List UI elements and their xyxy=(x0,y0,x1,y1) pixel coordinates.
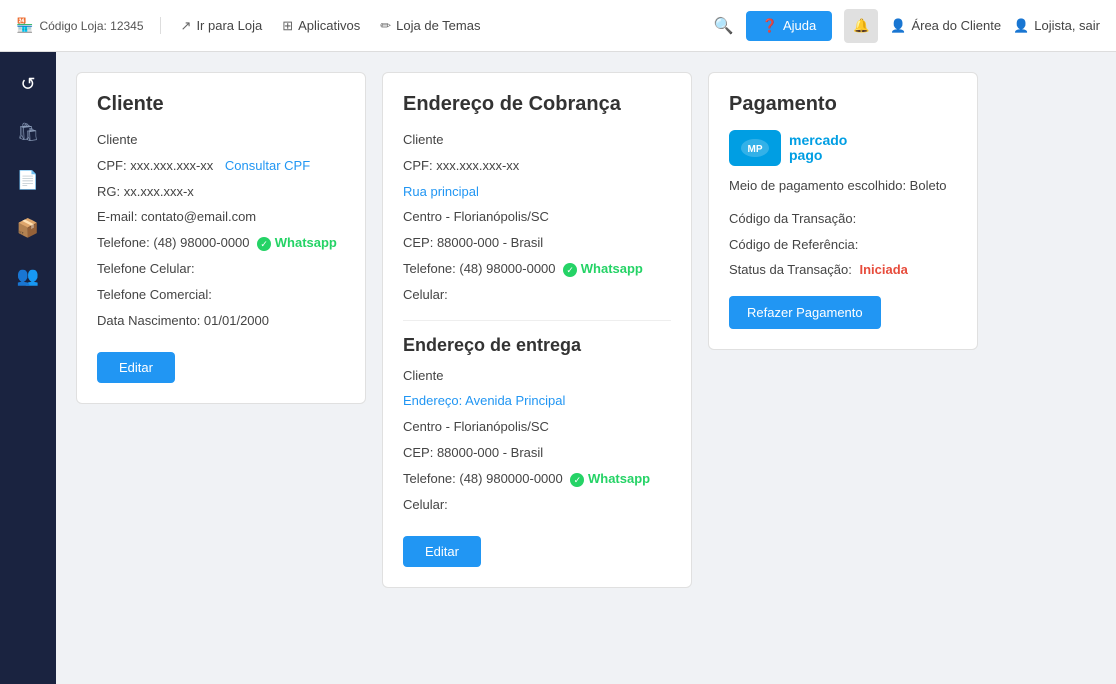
entrega-cep-row: CEP: 88000-000 - Brasil xyxy=(403,443,671,464)
bag-icon: 🛍 xyxy=(17,122,40,143)
pencil-icon: ✏ xyxy=(380,18,391,34)
whatsapp-icon-1: ✓ xyxy=(257,235,275,250)
meio-pagamento-row: Meio de pagamento escolhido: Boleto xyxy=(729,176,957,197)
refazer-pagamento-button[interactable]: Refazer Pagamento xyxy=(729,296,881,329)
entrega-celular-row: Celular: xyxy=(403,495,671,516)
topnav-links: ↗ Ir para Loja ⊞ Aplicativos ✏ Loja de T… xyxy=(181,18,694,34)
divider xyxy=(403,320,671,321)
cliente-celular-row: Telefone Celular: xyxy=(97,259,345,280)
sidebar-item-orders[interactable]: 🛍 xyxy=(8,112,48,152)
brand-label: Código Loja: 12345 xyxy=(39,19,143,33)
card-endereco: Endereço de Cobrança Cliente CPF: xxx.xx… xyxy=(382,72,692,588)
status-transacao-row: Status da Transação: Iniciada xyxy=(729,260,957,281)
codigo-referencia-row: Código de Referência: xyxy=(729,235,957,256)
whatsapp-link-1[interactable]: Whatsapp xyxy=(275,233,337,254)
mp-logo-icon: MP xyxy=(729,130,781,166)
cliente-comercial-row: Telefone Comercial: xyxy=(97,285,345,306)
card-pagamento: Pagamento MP mercado pago Meio de pagame… xyxy=(708,72,978,350)
consultar-cpf-link[interactable]: Consultar CPF xyxy=(225,158,310,173)
sidebar-item-customers[interactable]: 👥 xyxy=(8,256,48,296)
notification-button[interactable]: 🔔 xyxy=(844,9,878,43)
user-icon: 👤 xyxy=(1013,18,1029,34)
whatsapp-icon-3: ✓ xyxy=(570,471,588,486)
whatsapp-link-3[interactable]: Whatsapp xyxy=(588,469,650,490)
mp-text-line2: pago xyxy=(789,148,847,163)
grid-icon: ⊞ xyxy=(282,18,293,34)
cobranca-rua-row: Rua principal xyxy=(403,182,671,203)
search-icon[interactable]: 🔍 xyxy=(714,16,734,36)
user-menu[interactable]: 👤 Lojista, sair xyxy=(1013,18,1100,34)
entrega-bairro-row: Centro - Florianópolis/SC xyxy=(403,417,671,438)
card-pagamento-title: Pagamento xyxy=(729,93,957,116)
cliente-cpf-row: CPF: xxx.xxx.xxx-xx Consultar CPF xyxy=(97,156,345,177)
box-icon: 📦 xyxy=(17,218,39,239)
sidebar: ↺ 🛍 📄 📦 👥 xyxy=(0,52,56,684)
nav-link-apps[interactable]: ⊞ Aplicativos xyxy=(282,18,360,34)
external-link-icon: ↗ xyxy=(181,18,192,34)
codigo-transacao-row: Código da Transação: xyxy=(729,209,957,230)
sidebar-item-documents[interactable]: 📄 xyxy=(8,160,48,200)
topnav: 🏪 Código Loja: 12345 ↗ Ir para Loja ⊞ Ap… xyxy=(0,0,1116,52)
bell-icon: 🔔 xyxy=(853,18,870,34)
cliente-rg-row: RG: xx.xxx.xxx-x xyxy=(97,182,345,203)
cobranca-cep-row: CEP: 88000-000 - Brasil xyxy=(403,233,671,254)
card-entrega-title: Endereço de entrega xyxy=(403,335,671,356)
editar-cliente-button[interactable]: Editar xyxy=(97,352,175,383)
mercado-pago-logo: MP mercado pago xyxy=(729,130,957,166)
main-content: Cliente Cliente CPF: xxx.xxx.xxx-xx Cons… xyxy=(56,52,1116,684)
cobranca-bairro-row: Centro - Florianópolis/SC xyxy=(403,207,671,228)
person-icon: 👤 xyxy=(890,18,906,34)
refresh-icon: ↺ xyxy=(20,74,35,95)
nav-link-store[interactable]: ↗ Ir para Loja xyxy=(181,18,263,34)
store-icon: 🏪 xyxy=(16,17,33,34)
card-cobranca-title: Endereço de Cobrança xyxy=(403,93,671,116)
sidebar-item-refresh[interactable]: ↺ xyxy=(8,64,48,104)
question-icon: ❓ xyxy=(762,18,778,34)
ajuda-button[interactable]: ❓ Ajuda xyxy=(746,11,832,41)
card-cliente: Cliente Cliente CPF: xxx.xxx.xxx-xx Cons… xyxy=(76,72,366,404)
status-value: Iniciada xyxy=(859,262,907,277)
cards-row: Cliente Cliente CPF: xxx.xxx.xxx-xx Cons… xyxy=(76,72,1096,588)
cliente-nascimento-row: Data Nascimento: 01/01/2000 xyxy=(97,311,345,332)
cobranca-cliente-row: Cliente xyxy=(403,130,671,151)
cobranca-cpf-row: CPF: xxx.xxx.xxx-xx xyxy=(403,156,671,177)
cobranca-telefone-row: Telefone: (48) 98000-0000 ✓ Whatsapp xyxy=(403,259,671,280)
cliente-telefone-row: Telefone: (48) 98000-0000 ✓ Whatsapp xyxy=(97,233,345,254)
mp-text-line1: mercado xyxy=(789,133,847,148)
entrega-cliente-row: Cliente xyxy=(403,366,671,387)
editar-endereco-button[interactable]: Editar xyxy=(403,536,481,567)
svg-text:MP: MP xyxy=(748,144,763,155)
area-cliente-link[interactable]: 👤 Área do Cliente xyxy=(890,18,1001,34)
sidebar-item-products[interactable]: 📦 xyxy=(8,208,48,248)
topnav-right: 🔍 ❓ Ajuda 🔔 👤 Área do Cliente 👤 Lojista,… xyxy=(714,9,1100,43)
entrega-telefone-row: Telefone: (48) 980000-0000 ✓ Whatsapp xyxy=(403,469,671,490)
whatsapp-link-2[interactable]: Whatsapp xyxy=(581,259,643,280)
mp-text-block: mercado pago xyxy=(789,133,847,164)
cobranca-celular-row: Celular: xyxy=(403,285,671,306)
cliente-name-row: Cliente xyxy=(97,130,345,151)
card-cliente-title: Cliente xyxy=(97,93,345,116)
brand: 🏪 Código Loja: 12345 xyxy=(16,17,161,34)
people-icon: 👥 xyxy=(17,266,39,287)
cliente-email-row: E-mail: contato@email.com xyxy=(97,207,345,228)
transacao-block: Código da Transação: Código de Referênci… xyxy=(729,209,957,281)
whatsapp-icon-2: ✓ xyxy=(563,261,581,276)
entrega-endereco-row: Endereço: Avenida Principal xyxy=(403,391,671,412)
document-icon: 📄 xyxy=(17,170,39,191)
mp-logo-svg: MP xyxy=(740,138,770,158)
nav-link-themes[interactable]: ✏ Loja de Temas xyxy=(380,18,480,34)
